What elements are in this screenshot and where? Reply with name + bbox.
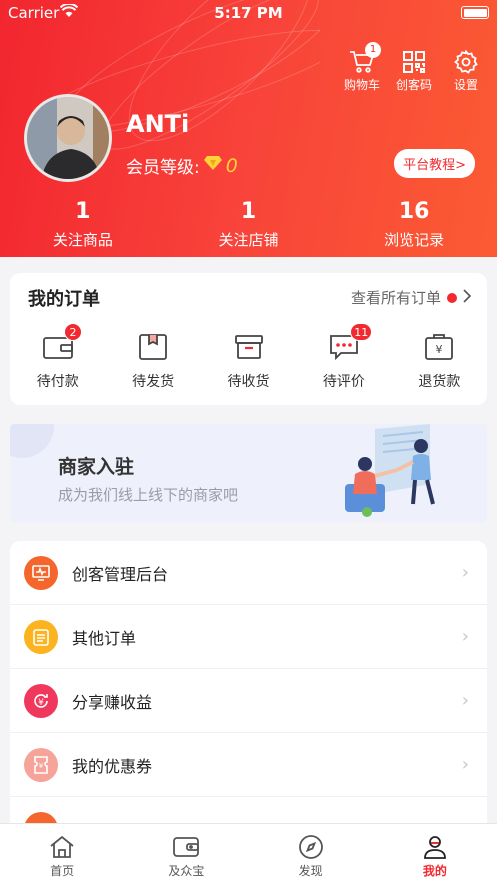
header-actions: 1 购物车 创客码 设置: [341, 42, 487, 93]
tab-label: 及众宝: [168, 864, 205, 878]
settings-button[interactable]: 设置: [445, 48, 487, 93]
menu-item-maker-admin[interactable]: 创客管理后台 ›: [10, 541, 487, 605]
chevron-right-icon: ›: [461, 562, 469, 583]
tab-jizhongbao[interactable]: 及众宝: [124, 824, 248, 883]
settings-label: 设置: [453, 78, 478, 92]
clock: 5:17 PM: [214, 4, 283, 22]
stat-value: 16: [398, 199, 430, 224]
tab-discover[interactable]: 发现: [249, 824, 373, 883]
stat-label: 关注商品: [52, 231, 113, 249]
monitor-icon: [24, 555, 58, 590]
menu-item-my-coupons[interactable]: ¥ 我的优惠券 ›: [10, 733, 487, 797]
platform-tutorial-button[interactable]: 平台教程>: [394, 149, 475, 178]
chevron-right-icon: ›: [461, 754, 469, 775]
handshake-illustration: [345, 424, 435, 517]
view-all-orders-link[interactable]: 查看所有订单: [350, 287, 472, 308]
qr-code-button[interactable]: 创客码: [393, 48, 435, 93]
gear-icon: [445, 48, 487, 76]
order-status-label: 退货款: [418, 374, 461, 390]
merchant-join-banner[interactable]: 商家入驻 成为我们线上线下的商家吧: [10, 424, 487, 522]
order-status-label: 待收货: [227, 374, 270, 390]
box-icon: [105, 331, 200, 363]
profile-header: Carrier 5:17 PM 1 购物车 创客码 设置 ANTi 会员等级: …: [0, 0, 497, 257]
wallet-icon: [124, 832, 248, 862]
order-pending-receipt[interactable]: 待收货: [201, 331, 296, 391]
qr-code-label: 创客码: [395, 78, 432, 92]
tab-label: 发现: [298, 864, 323, 878]
bottom-tab-bar: 首页 及众宝 发现 我的: [0, 823, 497, 883]
cart-label: 购物车: [343, 78, 380, 92]
member-level: 会员等级: 0: [126, 153, 238, 179]
order-count-badge: 2: [64, 323, 82, 341]
stat-value: 1: [240, 199, 257, 224]
qr-code-icon: [393, 48, 435, 76]
stat-label: 浏览记录: [384, 231, 445, 249]
menu-item-label: 我的优惠券: [72, 756, 153, 776]
menu-item-label: 创客管理后台: [72, 564, 169, 584]
order-status-label: 待付款: [36, 374, 79, 390]
stat-followed-shops[interactable]: 1 关注店铺: [166, 198, 332, 250]
tab-label: 我的: [422, 864, 447, 878]
tab-mine[interactable]: 我的: [373, 824, 497, 883]
chevron-right-icon: ›: [461, 690, 469, 711]
diamond-icon: [203, 155, 222, 176]
clipboard-icon: [24, 619, 58, 654]
menu-item-label: 分享赚收益: [72, 692, 153, 712]
member-level-value: 0: [225, 154, 238, 177]
user-icon: [373, 832, 497, 862]
tab-label: 首页: [50, 864, 75, 878]
order-count-badge: 11: [350, 323, 373, 341]
order-status-label: 待评价: [322, 374, 365, 390]
order-status-row: 2 待付款 待发货 待收货 11 待评价 ¥ 退货款: [10, 323, 487, 391]
order-pending-shipment[interactable]: 待发货: [105, 331, 200, 391]
order-pending-payment[interactable]: 2 待付款: [10, 323, 105, 391]
comment-icon: [296, 331, 391, 363]
menu-item-label: 其他订单: [72, 628, 137, 648]
view-all-orders-label: 查看所有订单: [350, 289, 441, 307]
merchant-title: 商家入驻: [58, 456, 135, 478]
avatar[interactable]: [24, 94, 112, 182]
chevron-right-icon: ›: [461, 626, 469, 647]
order-pending-review[interactable]: 11 待评价: [296, 323, 391, 391]
member-level-label: 会员等级:: [126, 158, 200, 178]
menu-item-other-orders[interactable]: 其他订单 ›: [10, 605, 487, 669]
stat-value: 1: [75, 199, 91, 224]
refund-icon: ¥: [392, 331, 487, 363]
merchant-subtitle: 成为我们线上线下的商家吧: [58, 486, 239, 504]
feature-menu-list: 创客管理后台 › 其他订单 › ¥ 分享赚收益 › ¥ 我的优惠券 ›: [10, 541, 487, 831]
my-orders-title: 我的订单: [28, 289, 100, 310]
my-orders-card: 我的订单 查看所有订单 2 待付款 待发货 待收货 11 待评价 ¥ 退货款: [10, 273, 487, 405]
inbox-icon: [201, 331, 296, 363]
order-refund[interactable]: ¥ 退货款: [392, 331, 487, 391]
cart-badge: 1: [365, 42, 381, 58]
notification-dot: [447, 292, 457, 303]
status-bar: Carrier 5:17 PM: [0, 0, 497, 26]
yen-refresh-icon: ¥: [24, 683, 58, 718]
compass-icon: [249, 832, 373, 862]
order-status-label: 待发货: [132, 374, 175, 390]
stat-label: 关注店铺: [218, 231, 279, 249]
chevron-right-icon: [463, 288, 472, 307]
home-icon: [0, 832, 124, 862]
menu-item-share-earn[interactable]: ¥ 分享赚收益 ›: [10, 669, 487, 733]
stats-row: 1 关注商品 1 关注店铺 16 浏览记录: [0, 198, 497, 250]
svg-text:¥: ¥: [436, 343, 443, 356]
coupon-icon: ¥: [24, 747, 58, 782]
svg-text:¥: ¥: [39, 762, 44, 770]
stat-browse-history[interactable]: 16 浏览记录: [331, 198, 497, 250]
svg-text:¥: ¥: [38, 698, 44, 708]
battery-icon: [461, 6, 489, 19]
username: ANTi: [126, 110, 190, 138]
wallet-icon: [10, 331, 105, 363]
stat-followed-products[interactable]: 1 关注商品: [0, 198, 166, 250]
tab-home[interactable]: 首页: [0, 824, 124, 883]
banner-decoration: [10, 424, 54, 458]
cart-button[interactable]: 1 购物车: [341, 42, 383, 93]
